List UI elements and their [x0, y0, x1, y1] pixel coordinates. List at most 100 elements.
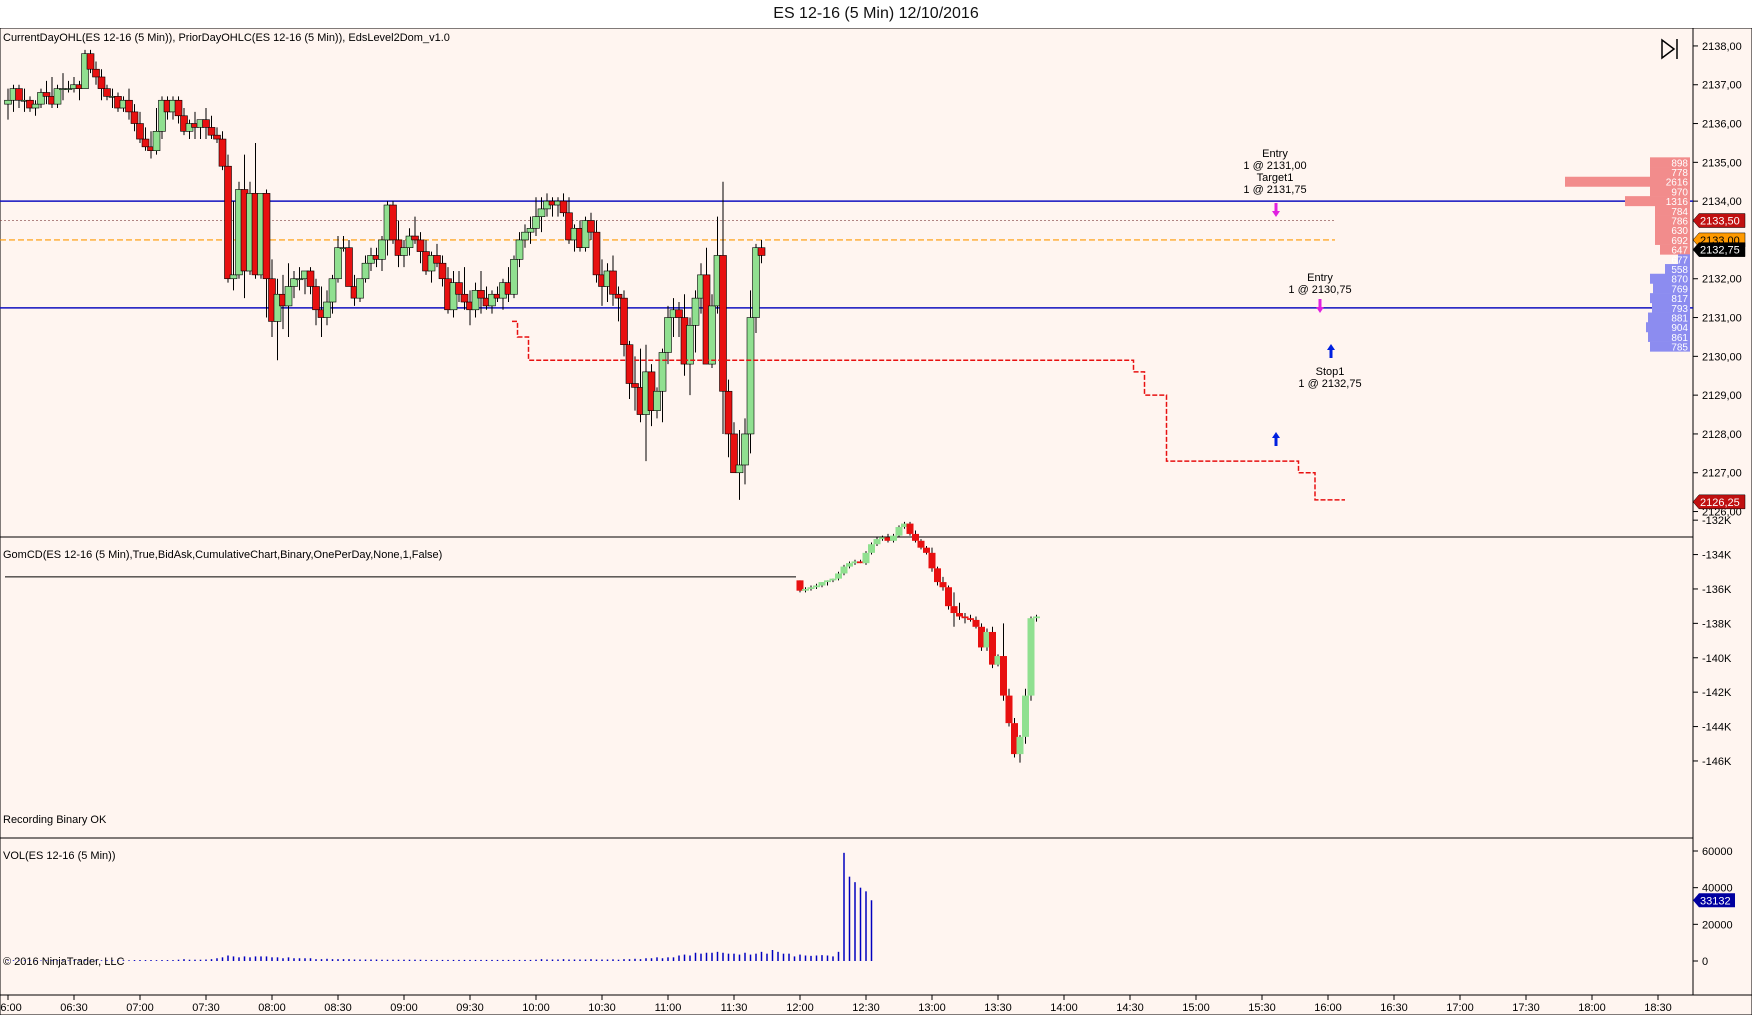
cd-candle-down	[917, 540, 925, 548]
time-tick-label: 17:30	[1512, 1002, 1540, 1014]
cd-tick-label: -144K	[1702, 722, 1732, 734]
time-tick-label: 17:00	[1446, 1002, 1474, 1014]
time-tick-label: 07:30	[192, 1002, 220, 1014]
time-tick-label: 06:00	[0, 1002, 22, 1014]
price-tick-label: 2135,00	[1702, 157, 1742, 169]
candle-down	[614, 293, 623, 299]
cd-candle-down	[939, 582, 947, 588]
candle-down	[306, 270, 315, 287]
candle-down	[587, 220, 595, 233]
candle-down	[136, 123, 144, 140]
time-tick-label: 08:30	[324, 1002, 352, 1014]
candle-down	[218, 138, 227, 167]
time-tick-label: 11:00	[655, 1002, 682, 1014]
vol-tick-label: 20000	[1702, 919, 1733, 931]
cd-candle-up	[862, 552, 870, 564]
time-tick-label: 10:00	[522, 1002, 550, 1014]
cd-candle-up	[824, 580, 831, 583]
candle-down	[92, 68, 100, 78]
candle-up	[746, 317, 755, 435]
candle-down	[345, 247, 353, 287]
cd-indicator-label: GomCD(ES 12-16 (5 Min),True,BidAsk,Cumul…	[3, 549, 442, 561]
candle-down	[724, 390, 733, 435]
entry1-annotation: 1 @ 2131,75	[1243, 184, 1306, 196]
ask-price-flag: 2133,50	[1692, 213, 1746, 228]
candle-up	[752, 247, 760, 318]
cd-candle-up	[895, 527, 903, 536]
vol-tick-label: 0	[1702, 956, 1708, 968]
price-tick-label: 2137,00	[1702, 80, 1742, 92]
candle-down	[86, 53, 95, 70]
candle-up	[284, 286, 293, 307]
price-panel[interactable]	[0, 28, 1694, 538]
last-price-flag-label: 2132,75	[1700, 245, 1740, 257]
vol-indicator-label: VOL(ES 12-16 (5 Min))	[3, 850, 115, 862]
cd-candle-down	[961, 616, 969, 619]
candle-down	[416, 239, 425, 252]
candle-down	[202, 119, 210, 128]
candle-down	[125, 99, 133, 113]
candle-down	[460, 293, 469, 303]
cd-tick-label: -142K	[1702, 687, 1732, 699]
candle-down	[262, 193, 271, 280]
time-tick-label: 15:00	[1182, 1002, 1210, 1014]
candle-down	[97, 76, 106, 89]
cd-candle-down	[928, 552, 936, 569]
candle-up	[53, 88, 62, 105]
candle-up	[515, 239, 524, 260]
cd-candle-up	[829, 578, 837, 581]
cd-candle-up	[818, 582, 826, 586]
cd-candle-up	[868, 544, 875, 553]
price-tick-label: 2134,00	[1702, 196, 1742, 208]
candle-down	[757, 247, 766, 256]
candle-down	[719, 255, 727, 392]
entry2-annotation: 1 @ 2130,75	[1288, 284, 1351, 296]
cd-candle-up	[802, 588, 809, 591]
dom-bid-size: 785	[1671, 343, 1688, 354]
candle-up	[31, 103, 40, 109]
entry2-annotation: Entry	[1307, 272, 1333, 284]
cd-tick-label: -140K	[1702, 653, 1732, 665]
cd-candle-up	[873, 539, 881, 545]
chart-canvas[interactable]: CurrentDayOHL(ES 12-16 (5 Min)), PriorDa…	[0, 28, 1752, 1015]
candle-down	[103, 88, 111, 97]
candle-up	[741, 433, 749, 466]
cd-candle-down	[1005, 695, 1013, 724]
candle-down	[15, 88, 23, 101]
time-tick-label: 09:30	[456, 1002, 484, 1014]
cd-candle-up	[1033, 616, 1040, 619]
entry1-annotation: 1 @ 2131,00	[1243, 160, 1306, 172]
candle-down	[42, 92, 51, 97]
volume-panel[interactable]	[0, 837, 1694, 996]
time-tick-label: 13:30	[984, 1002, 1012, 1014]
candle-up	[537, 208, 546, 217]
cd-candle-up	[813, 585, 820, 588]
time-tick-label: 16:00	[1314, 1002, 1342, 1014]
candle-down	[625, 344, 634, 384]
time-tick-label: 18:30	[1644, 1002, 1672, 1014]
cd-candle-up	[840, 566, 848, 574]
candle-up	[691, 297, 700, 326]
time-tick-label: 12:00	[786, 1002, 814, 1014]
candle-up	[152, 131, 161, 152]
price-tick-label: 2129,00	[1702, 390, 1742, 402]
candle-down	[609, 270, 617, 295]
candle-down	[592, 231, 601, 276]
cumulative-delta-panel[interactable]	[0, 536, 1694, 839]
candle-down	[224, 165, 232, 280]
cd-tick-label: -138K	[1702, 618, 1732, 630]
candle-up	[510, 259, 518, 295]
candle-down	[389, 204, 397, 241]
time-tick-label: 07:00	[126, 1002, 154, 1014]
candle-up	[361, 262, 370, 280]
ask-price-flag-label: 2133,50	[1700, 216, 1740, 228]
stop1-annotation: Stop1	[1316, 366, 1345, 378]
candle-up	[521, 231, 529, 241]
cd-candle-down	[912, 533, 919, 541]
cd-candle-down	[967, 618, 974, 620]
low-price-flag-label: 2126,25	[1700, 497, 1740, 509]
candle-down	[620, 297, 628, 346]
cd-candle-down	[956, 613, 963, 617]
candle-down	[433, 255, 441, 264]
cd-tick-label: -146K	[1702, 756, 1732, 768]
